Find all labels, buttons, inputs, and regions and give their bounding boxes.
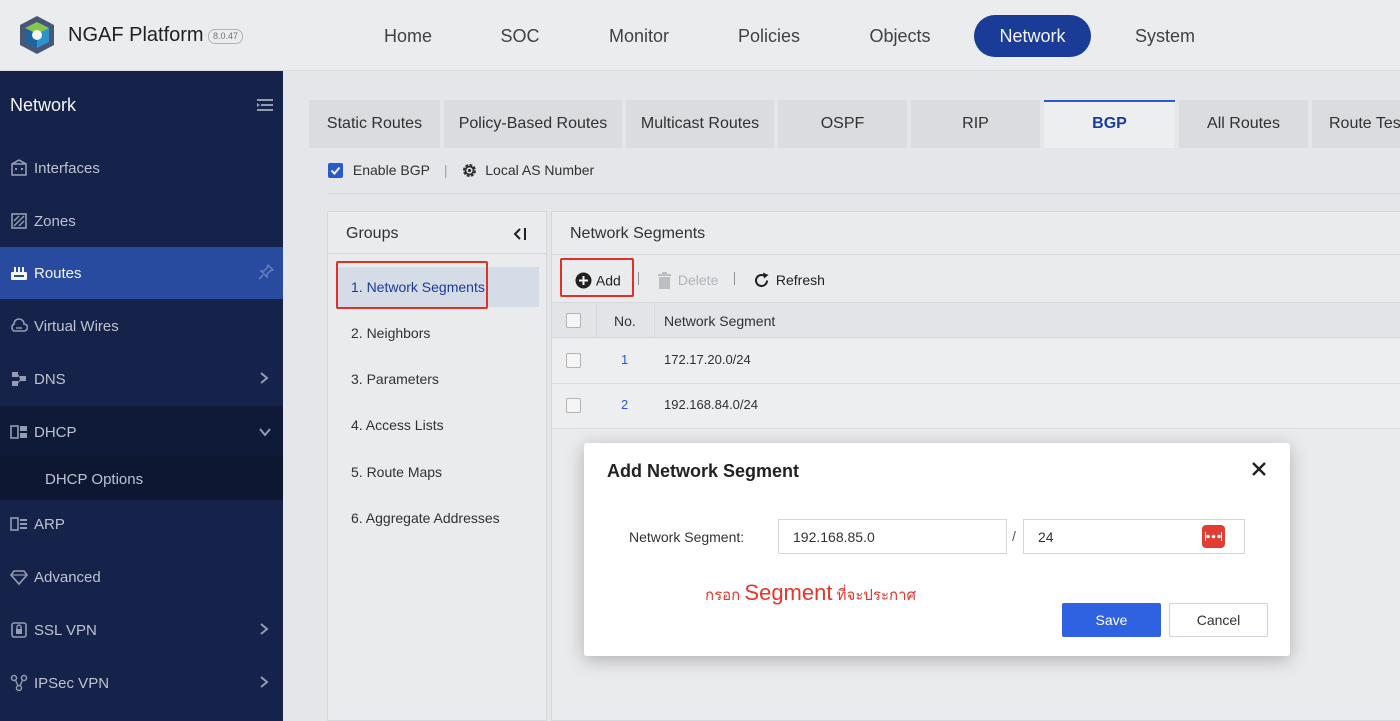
dots-icon [1205,532,1222,541]
thai-annotation-note: กรอก Segment ที่จะประกาศ [705,580,916,607]
note-prefix: กรอก [705,587,745,604]
note-highlight: Segment [744,580,833,605]
note-suffix: ที่จะประกาศ [832,587,917,604]
close-icon[interactable] [1250,460,1268,478]
cancel-button[interactable]: Cancel [1169,603,1268,637]
add-network-segment-dialog: Add Network Segment Network Segment: / ก… [584,443,1290,656]
network-segment-ip-input[interactable] [778,519,1007,554]
separator-slash: / [1012,528,1016,544]
save-button[interactable]: Save [1062,603,1161,637]
password-manager-icon[interactable] [1202,525,1225,548]
dialog-title: Add Network Segment [607,461,800,481]
network-segment-label: Network Segment: [629,529,745,545]
